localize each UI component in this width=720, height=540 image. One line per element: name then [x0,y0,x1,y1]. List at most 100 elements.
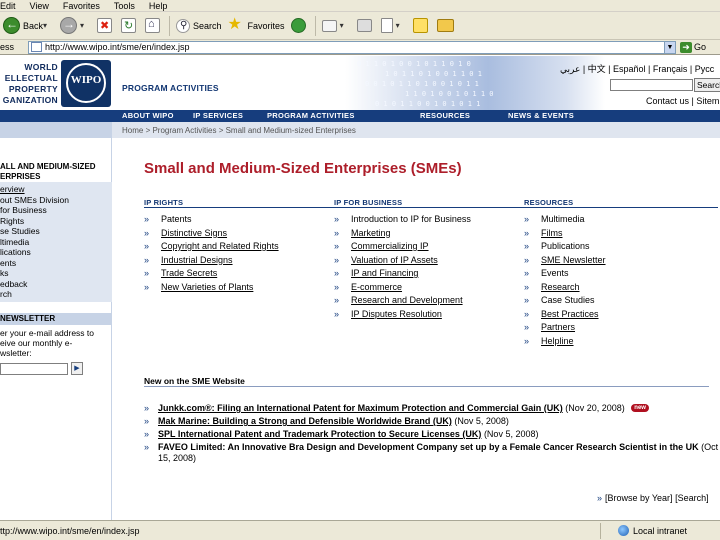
menu-favorites[interactable]: Favorites [57,1,108,11]
list-item[interactable]: » Marketing [334,228,471,242]
chevron-down-icon[interactable] [396,21,404,31]
list-item-label[interactable]: E-commerce [351,282,402,292]
browse-by-year-link[interactable]: [Browse by Year] [605,493,673,503]
list-item-label[interactable]: Publications [541,241,590,251]
list-item[interactable]: » E-commerce [334,282,471,296]
address-url[interactable]: http://www.wipo.int/sme/en/index.jsp [45,42,664,52]
list-item[interactable]: » Trade Secrets [144,268,279,282]
list-item[interactable]: » Distinctive Signs [144,228,279,242]
sidebar-item-ip-for-business[interactable]: for Business [0,205,112,216]
list-item-label[interactable]: Research and Development [351,295,463,305]
chevron-down-icon[interactable] [340,21,348,31]
sidebar-item-publications[interactable]: lications [0,247,112,258]
list-item-label[interactable]: Commercializing IP [351,241,429,251]
list-item[interactable]: » Research [524,282,606,296]
news-title-link[interactable]: SPL International Patent and Trademark P… [158,429,481,439]
back-button[interactable]: Back [0,14,57,38]
list-item-label[interactable]: Films [541,228,563,238]
list-item-label[interactable]: Marketing [351,228,391,238]
folder-button[interactable] [434,14,460,38]
list-item-label[interactable]: Distinctive Signs [161,228,227,238]
list-item-label[interactable]: Patents [161,214,192,224]
list-item[interactable]: » New Varieties of Plants [144,282,279,296]
list-item-label[interactable]: Events [541,268,569,278]
list-item-label[interactable]: SME Newsletter [541,255,606,265]
home-button[interactable] [142,14,166,38]
favorites-button[interactable]: Favorites [225,14,288,38]
messenger-button[interactable] [410,14,434,38]
sidebar-item-events[interactable]: ents [0,258,112,269]
list-item-label[interactable]: Copyright and Related Rights [161,241,279,251]
nav-program-activities[interactable]: PROGRAM ACTIVITIES [267,110,355,122]
list-item-label[interactable]: Industrial Designs [161,255,233,265]
list-item[interactable]: » Commercializing IP [334,241,471,255]
top-utility-links[interactable]: Contact us | Sitem [646,96,719,106]
sidebar-item-ip-rights[interactable]: Rights [0,216,112,227]
wipo-emblem-icon[interactable]: WIPO [61,60,111,107]
list-item[interactable]: » IP Disputes Resolution [334,309,471,323]
newsletter-email-input[interactable] [0,363,68,375]
list-item[interactable]: » SME Newsletter [524,255,606,269]
mail-button[interactable] [319,14,354,38]
list-item[interactable]: » Patents [144,214,279,228]
nav-news-events[interactable]: NEWS & EVENTS [508,110,574,122]
news-item[interactable]: » Junkk.com®: Filing an International Pa… [144,403,719,416]
print-button[interactable] [354,14,378,38]
menu-edit[interactable]: Edit [0,1,24,11]
menu-help[interactable]: Help [143,1,176,11]
newsletter-submit-icon[interactable]: ▶ [71,362,83,375]
refresh-button[interactable] [118,14,142,38]
nav-resources[interactable]: RESOURCES [420,110,470,122]
chevron-down-icon[interactable] [43,21,51,31]
list-item[interactable]: » Best Practices [524,309,606,323]
list-item[interactable]: » Multimedia [524,214,606,228]
list-item-label[interactable]: New Varieties of Plants [161,282,253,292]
list-item[interactable]: » Introduction to IP for Business [334,214,471,228]
list-item-label[interactable]: Valuation of IP Assets [351,255,438,265]
news-title-link[interactable]: FAVEO Limited: An Innovative Bra Design … [158,442,699,452]
menu-tools[interactable]: Tools [108,1,143,11]
address-field[interactable]: http://www.wipo.int/sme/en/index.jsp ▼ [28,40,676,54]
go-button[interactable]: ➜ Go [680,41,706,53]
list-item-label[interactable]: IP and Financing [351,268,418,278]
sidebar-item-links[interactable]: ks [0,268,112,279]
list-item[interactable]: » Research and Development [334,295,471,309]
news-item[interactable]: » Mak Marine: Building a Strong and Defe… [144,416,719,429]
list-item[interactable]: » Films [524,228,606,242]
list-item-label[interactable]: Introduction to IP for Business [351,214,471,224]
site-search-input[interactable] [610,79,693,91]
list-item[interactable]: » Helpline [524,336,606,350]
list-item-label[interactable]: IP Disputes Resolution [351,309,442,319]
news-title-link[interactable]: Junkk.com®: Filing an International Pate… [158,403,563,413]
list-item[interactable]: » Events [524,268,606,282]
sidebar-item-multimedia[interactable]: ltimedia [0,237,112,248]
list-item-label[interactable]: Best Practices [541,309,599,319]
wipo-logo-text[interactable]: WORLD ELLECTUAL PROPERTY GANIZATION [0,62,58,106]
forward-button[interactable] [57,14,94,38]
list-item-label[interactable]: Partners [541,322,575,332]
list-item-label[interactable]: Multimedia [541,214,585,224]
news-item[interactable]: » SPL International Patent and Trademark… [144,429,719,442]
chevron-down-icon[interactable]: ▼ [664,41,675,53]
sidebar-item-feedback[interactable]: edback [0,279,112,290]
sidebar-item-search[interactable]: rch [0,289,112,300]
breadcrumb[interactable]: Home > Program Activities > Small and Me… [122,126,356,135]
list-item[interactable]: » Partners [524,322,606,336]
news-item[interactable]: » FAVEO Limited: An Innovative Bra Desig… [144,442,719,464]
list-item[interactable]: » IP and Financing [334,268,471,282]
sidebar-item-overview[interactable]: erview [0,184,112,195]
list-item-label[interactable]: Research [541,282,580,292]
news-title-link[interactable]: Mak Marine: Building a Strong and Defens… [158,416,452,426]
news-search-link[interactable]: [Search] [675,493,709,503]
search-button[interactable]: Search [173,14,225,38]
list-item[interactable]: » Copyright and Related Rights [144,241,279,255]
nav-ip-services[interactable]: IP SERVICES [193,110,243,122]
list-item[interactable]: » Publications [524,241,606,255]
list-item-label[interactable]: Helpline [541,336,574,346]
sidebar-item-about-division[interactable]: out SMEs Division [0,195,112,206]
sidebar-item-case-studies[interactable]: se Studies [0,226,112,237]
list-item-label[interactable]: Trade Secrets [161,268,217,278]
list-item[interactable]: » Case Studies [524,295,606,309]
history-button[interactable] [288,14,312,38]
site-search-button[interactable]: Search [694,78,720,92]
